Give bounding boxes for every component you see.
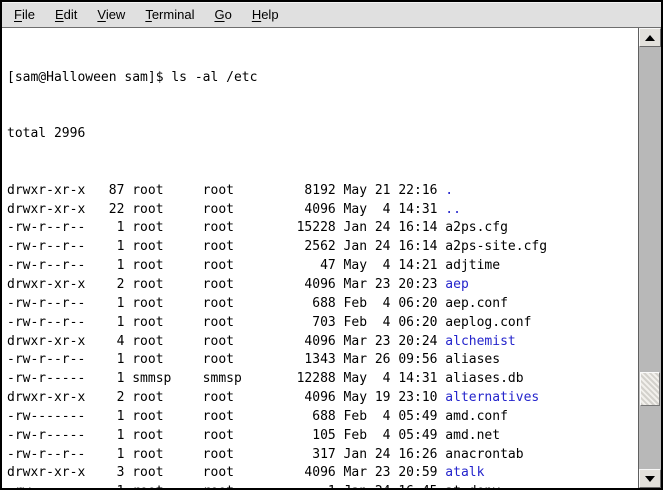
terminal-line: -rw-r--r-- 1 root root 317 Jan 24 16:26 … xyxy=(7,446,638,465)
menu-item-edit[interactable]: Edit xyxy=(45,3,87,27)
file-name: amd.net xyxy=(445,428,500,443)
terminal-line: -rw-r--r-- 1 root root 1343 Mar 26 09:56… xyxy=(7,351,638,370)
file-name: alchemist xyxy=(445,334,515,349)
file-name: . xyxy=(445,183,453,198)
file-attributes: drwxr-xr-x 2 root root 4096 Mar 23 20:23 xyxy=(7,277,445,292)
prompt-line: [sam@Halloween sam]$ ls -al /etc xyxy=(7,69,638,88)
scroll-down-icon xyxy=(645,476,655,482)
scrollbar-thumb[interactable] xyxy=(640,372,660,406)
menu-item-terminal[interactable]: Terminal xyxy=(135,3,204,27)
file-name: anacrontab xyxy=(445,447,523,462)
terminal-line: drwxr-xr-x 4 root root 4096 Mar 23 20:24… xyxy=(7,333,638,352)
terminal-line: -rw-r--r-- 1 root root 47 May 4 14:21 ad… xyxy=(7,257,638,276)
file-name: aeplog.conf xyxy=(445,315,531,330)
file-attributes: -rw-r--r-- 1 root root 703 Feb 4 06:20 xyxy=(7,315,445,330)
file-name: atalk xyxy=(445,465,484,480)
terminal-line: drwxr-xr-x 2 root root 4096 Mar 23 20:23… xyxy=(7,276,638,295)
file-attributes: -rw-r--r-- 1 root root 1343 Mar 26 09:56 xyxy=(7,352,445,367)
menu-item-label: F xyxy=(14,7,22,22)
file-attributes: -rw------- 1 root root 1 Jan 24 16:45 xyxy=(7,484,445,488)
terminal-line: drwxr-xr-x 2 root root 4096 May 19 23:10… xyxy=(7,389,638,408)
file-attributes: -rw-r--r-- 1 root root 47 May 4 14:21 xyxy=(7,258,445,273)
file-attributes: drwxr-xr-x 2 root root 4096 May 19 23:10 xyxy=(7,390,445,405)
terminal-line: -rw------- 1 root root 688 Feb 4 05:49 a… xyxy=(7,408,638,427)
file-name: a2ps.cfg xyxy=(445,220,508,235)
terminal-line: -rw-r--r-- 1 root root 688 Feb 4 06:20 a… xyxy=(7,295,638,314)
menu-item-label: E xyxy=(55,7,64,22)
scroll-up-button[interactable] xyxy=(639,28,661,47)
menu-item-label: H xyxy=(252,7,261,22)
terminal-line: drwxr-xr-x 22 root root 4096 May 4 14:31… xyxy=(7,201,638,220)
file-attributes: -rw-r--r-- 1 root root 15228 Jan 24 16:1… xyxy=(7,220,445,235)
terminal-line: -rw-r--r-- 1 root root 703 Feb 4 06:20 a… xyxy=(7,314,638,333)
file-attributes: -rw-r----- 1 root root 105 Feb 4 05:49 xyxy=(7,428,445,443)
file-name: at.deny xyxy=(445,484,500,488)
file-name: aliases.db xyxy=(445,371,523,386)
file-name: adjtime xyxy=(445,258,500,273)
menu-item-help[interactable]: Help xyxy=(242,3,289,27)
terminal-line: -rw------- 1 root root 1 Jan 24 16:45 at… xyxy=(7,483,638,488)
terminal-line: -rw-r----- 1 root root 105 Feb 4 05:49 a… xyxy=(7,427,638,446)
scroll-down-button[interactable] xyxy=(639,469,661,488)
menu-item-go[interactable]: Go xyxy=(204,3,241,27)
file-name: aliases xyxy=(445,352,500,367)
file-name: aep.conf xyxy=(445,296,508,311)
file-name: .. xyxy=(445,202,461,217)
file-attributes: drwxr-xr-x 3 root root 4096 Mar 23 20:59 xyxy=(7,465,445,480)
file-attributes: -rw-r----- 1 smmsp smmsp 12288 May 4 14:… xyxy=(7,371,445,386)
menu-item-label: G xyxy=(214,7,224,22)
terminal-line: -rw-r--r-- 1 root root 2562 Jan 24 16:14… xyxy=(7,238,638,257)
menu-bar: FileEditViewTerminalGoHelp xyxy=(2,2,661,28)
scrollbar[interactable] xyxy=(638,28,661,488)
scroll-up-icon xyxy=(645,35,655,41)
menu-item-label: V xyxy=(97,7,105,22)
file-name: amd.conf xyxy=(445,409,508,424)
file-name: aep xyxy=(445,277,468,292)
total-line: total 2996 xyxy=(7,125,638,144)
menu-item-file[interactable]: File xyxy=(4,3,45,27)
terminal-line: -rw-r----- 1 smmsp smmsp 12288 May 4 14:… xyxy=(7,370,638,389)
terminal-line: -rw-r--r-- 1 root root 15228 Jan 24 16:1… xyxy=(7,219,638,238)
terminal-window: FileEditViewTerminalGoHelp [sam@Hallowee… xyxy=(0,0,663,490)
file-name: alternatives xyxy=(445,390,539,405)
terminal-output[interactable]: [sam@Halloween sam]$ ls -al /etc total 2… xyxy=(2,28,638,488)
file-attributes: -rw-r--r-- 1 root root 688 Feb 4 06:20 xyxy=(7,296,445,311)
file-attributes: -rw-r--r-- 1 root root 2562 Jan 24 16:14 xyxy=(7,239,445,254)
file-attributes: drwxr-xr-x 87 root root 8192 May 21 22:1… xyxy=(7,183,445,198)
file-attributes: drwxr-xr-x 4 root root 4096 Mar 23 20:24 xyxy=(7,334,445,349)
file-attributes: drwxr-xr-x 22 root root 4096 May 4 14:31 xyxy=(7,202,445,217)
file-attributes: -rw------- 1 root root 688 Feb 4 05:49 xyxy=(7,409,445,424)
file-attributes: -rw-r--r-- 1 root root 317 Jan 24 16:26 xyxy=(7,447,445,462)
file-name: a2ps-site.cfg xyxy=(445,239,547,254)
menu-item-label: T xyxy=(145,7,152,22)
menu-item-view[interactable]: View xyxy=(87,3,135,27)
terminal-line: drwxr-xr-x 87 root root 8192 May 21 22:1… xyxy=(7,182,638,201)
terminal-line: drwxr-xr-x 3 root root 4096 Mar 23 20:59… xyxy=(7,464,638,483)
